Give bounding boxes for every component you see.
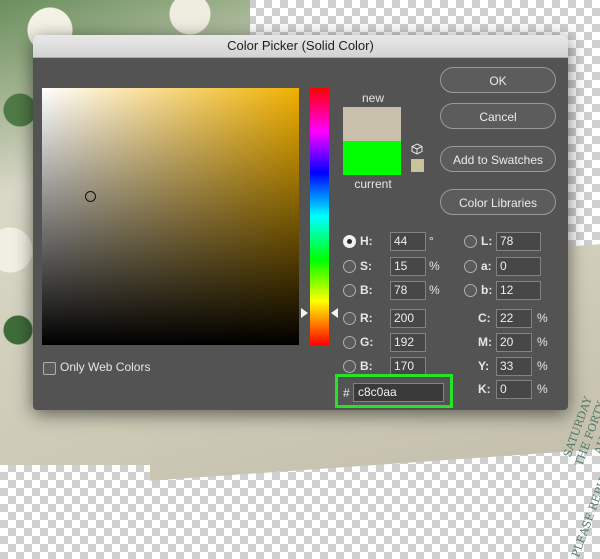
- yellow-unit: %: [537, 359, 548, 373]
- lab-l-label: L:: [481, 234, 493, 248]
- hex-input[interactable]: c8c0aa: [353, 383, 444, 402]
- hue-slider-right-arrow[interactable]: [331, 308, 338, 318]
- saturation-unit: %: [429, 259, 440, 273]
- magenta-unit: %: [537, 335, 548, 349]
- hue-label: H:: [360, 234, 373, 248]
- blue-radio[interactable]: [343, 360, 356, 373]
- yellow-row: Y: 33 %: [478, 357, 548, 376]
- green-input[interactable]: 192: [390, 333, 426, 352]
- yellow-label: Y:: [478, 359, 490, 373]
- red-label: R:: [360, 311, 373, 325]
- web-safe-color-swatch[interactable]: [411, 159, 424, 172]
- hue-input[interactable]: 44: [390, 232, 426, 251]
- cyan-unit: %: [537, 311, 548, 325]
- blue-label: B:: [360, 359, 373, 373]
- cube-icon[interactable]: [411, 143, 423, 155]
- lab-l-row: L: 78: [464, 232, 544, 251]
- red-row: R: 200: [343, 309, 433, 328]
- lab-l-input[interactable]: 78: [496, 232, 541, 251]
- black-input[interactable]: 0: [496, 380, 532, 399]
- hue-slider-left-arrow[interactable]: [301, 308, 308, 318]
- saturation-brightness-field[interactable]: [42, 88, 299, 345]
- color-libraries-button[interactable]: Color Libraries: [440, 189, 556, 215]
- lab-a-input[interactable]: 0: [496, 257, 541, 276]
- brightness-input[interactable]: 78: [390, 281, 426, 300]
- cancel-button[interactable]: Cancel: [440, 103, 556, 129]
- cyan-row: C: 22 %: [478, 309, 548, 328]
- current-color-label: current: [354, 177, 392, 191]
- lab-a-label: a:: [481, 259, 492, 273]
- magenta-label: M:: [478, 335, 492, 349]
- hex-hash-label: #: [343, 386, 350, 400]
- hue-row: H: 44 °: [343, 232, 443, 251]
- only-web-colors-label[interactable]: Only Web Colors: [60, 360, 150, 374]
- hue-radio[interactable]: [343, 235, 356, 248]
- black-label: K:: [478, 382, 491, 396]
- hue-slider[interactable]: [310, 88, 329, 345]
- black-unit: %: [537, 382, 548, 396]
- lab-l-radio[interactable]: [464, 235, 477, 248]
- magenta-row: M: 20 %: [478, 333, 548, 352]
- brightness-unit: %: [429, 283, 440, 297]
- ok-button[interactable]: OK: [440, 67, 556, 93]
- current-color-swatch[interactable]: [343, 141, 401, 175]
- brightness-label: B:: [360, 283, 373, 297]
- cyan-label: C:: [478, 311, 491, 325]
- lab-b-row: b: 12: [464, 281, 544, 300]
- color-picker-dialog: Color Picker (Solid Color) new current O…: [33, 35, 568, 410]
- add-to-swatches-button[interactable]: Add to Swatches: [440, 146, 556, 172]
- dialog-title: Color Picker (Solid Color): [33, 35, 568, 58]
- green-row: G: 192: [343, 333, 433, 352]
- saturation-row: S: 15 %: [343, 257, 443, 276]
- hue-unit: °: [429, 234, 434, 248]
- saturation-input[interactable]: 15: [390, 257, 426, 276]
- lab-b-input[interactable]: 12: [496, 281, 541, 300]
- red-input[interactable]: 200: [390, 309, 426, 328]
- red-radio[interactable]: [343, 312, 356, 325]
- lab-b-radio[interactable]: [464, 284, 477, 297]
- brightness-row: B: 78 %: [343, 281, 443, 300]
- green-radio[interactable]: [343, 336, 356, 349]
- brightness-radio[interactable]: [343, 284, 356, 297]
- saturation-label: S:: [360, 259, 372, 273]
- saturation-radio[interactable]: [343, 260, 356, 273]
- new-color-label: new: [361, 91, 384, 105]
- only-web-colors-checkbox[interactable]: [43, 362, 56, 375]
- magenta-input[interactable]: 20: [496, 333, 532, 352]
- lab-a-radio[interactable]: [464, 260, 477, 273]
- lab-a-row: a: 0: [464, 257, 544, 276]
- new-color-swatch: [343, 107, 401, 141]
- cyan-input[interactable]: 22: [496, 309, 532, 328]
- color-field-cursor[interactable]: [85, 191, 96, 202]
- lab-b-label: b:: [481, 283, 493, 297]
- yellow-input[interactable]: 33: [496, 357, 532, 376]
- black-row: K: 0 %: [478, 380, 548, 399]
- green-label: G:: [360, 335, 374, 349]
